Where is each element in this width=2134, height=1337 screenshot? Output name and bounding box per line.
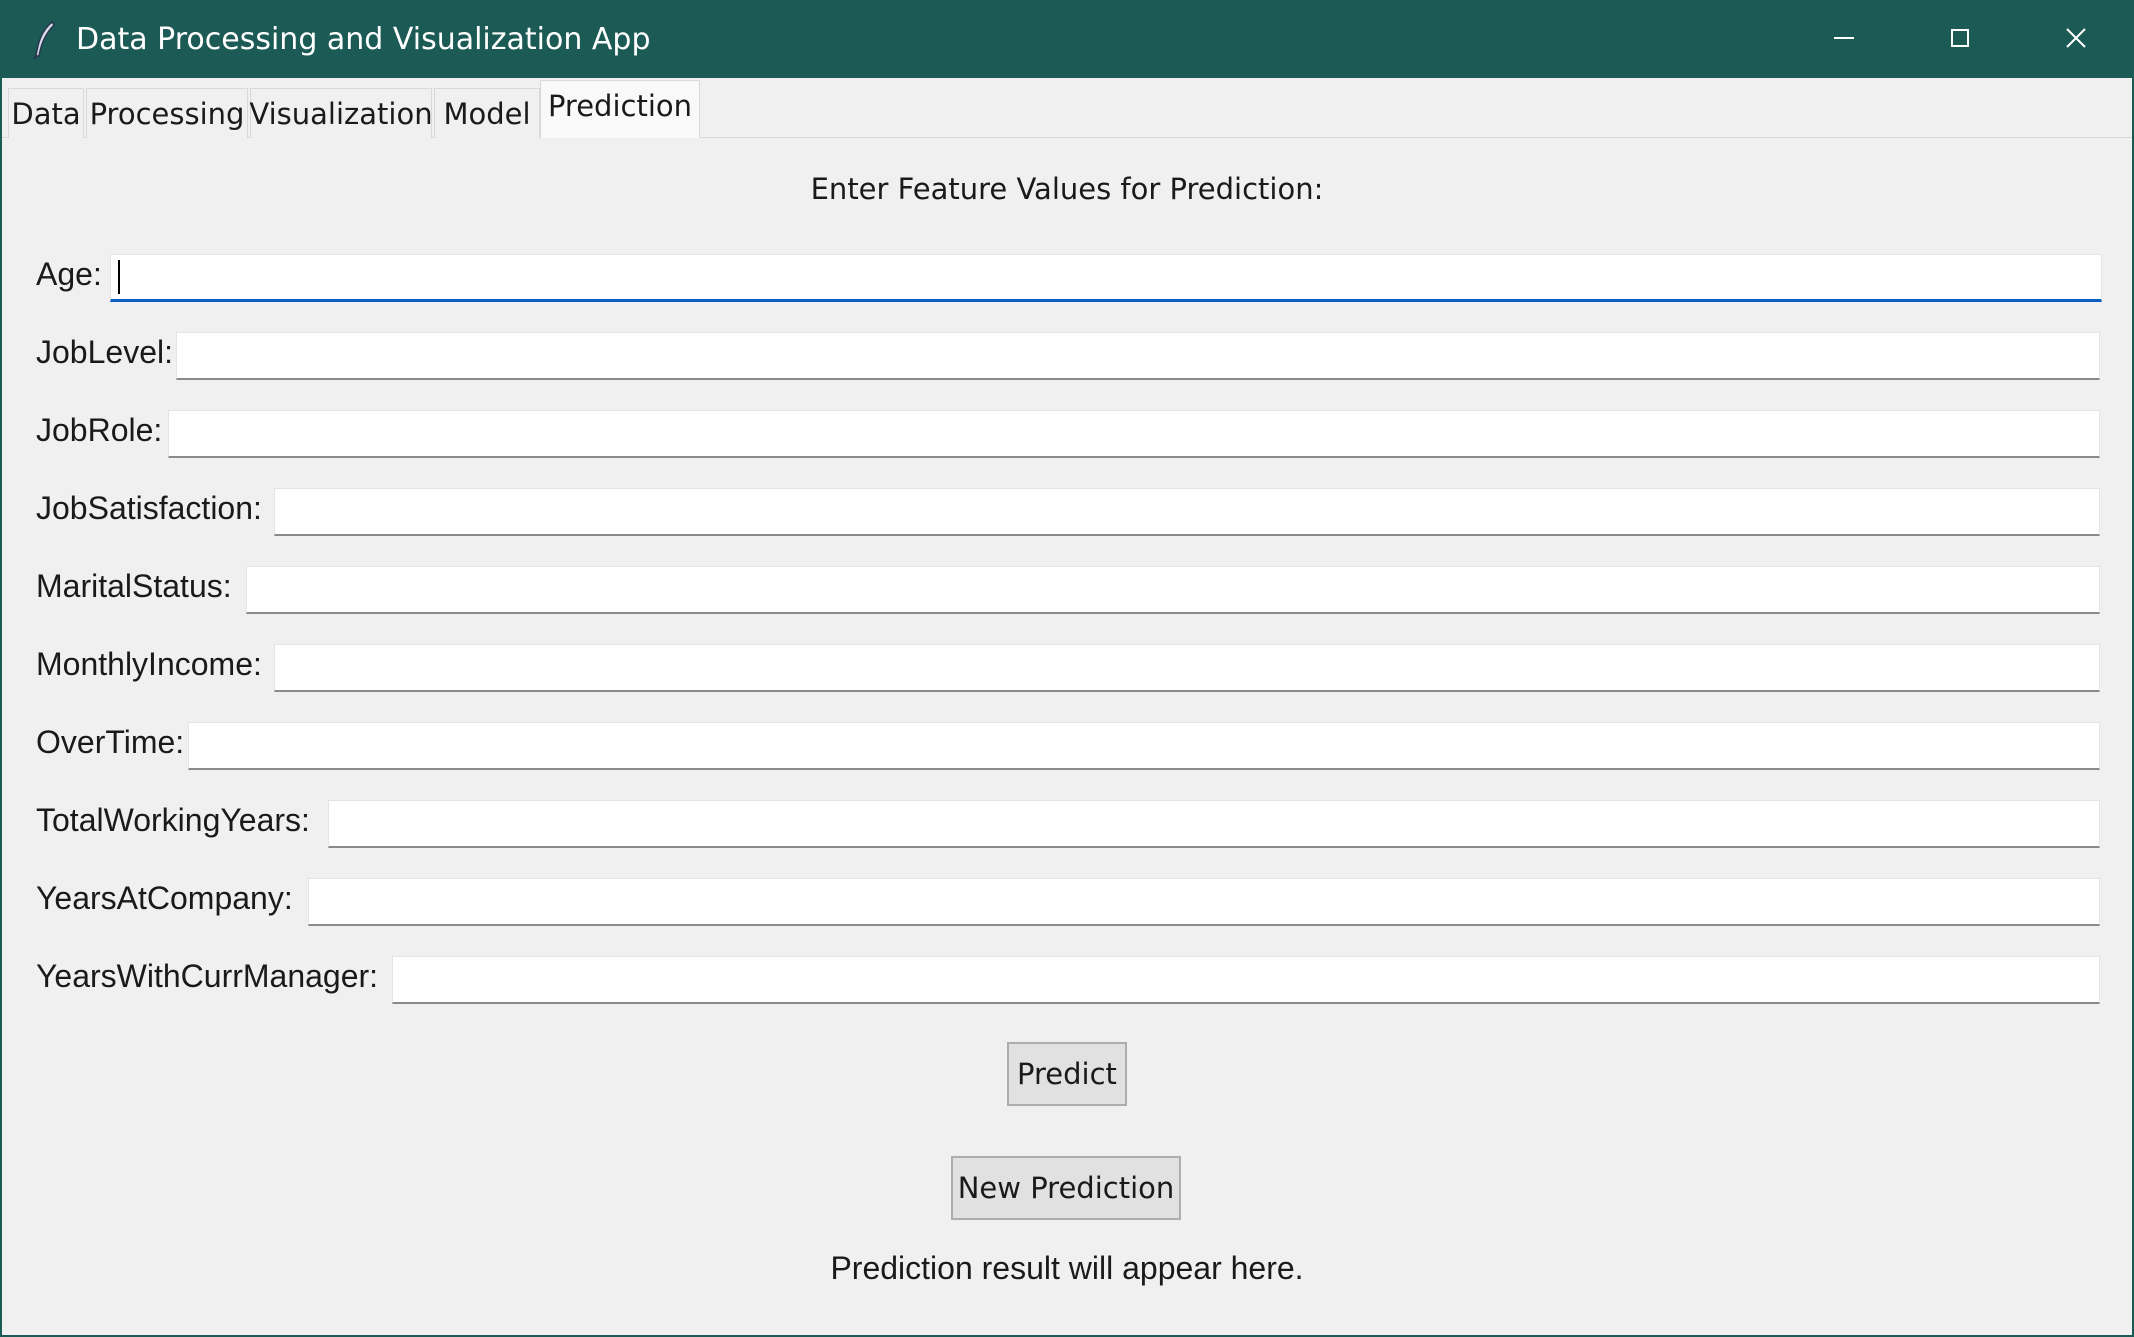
jobrole-label: JobRole:: [36, 412, 163, 448]
new-prediction-button[interactable]: New Prediction: [951, 1156, 1181, 1220]
maximize-icon: [1948, 26, 1972, 54]
maritalstatus-label: MaritalStatus:: [36, 568, 232, 604]
yearsatcompany-label: YearsAtCompany:: [36, 880, 293, 916]
feather-icon: [30, 20, 60, 60]
monthlyincome-label: MonthlyIncome:: [36, 646, 262, 682]
minimize-icon: [1832, 26, 1856, 54]
tab-data[interactable]: Data: [8, 88, 84, 138]
overtime-input[interactable]: [188, 722, 2100, 770]
text-caret: [118, 260, 120, 294]
prediction-panel: Enter Feature Values for Prediction: Age…: [2, 138, 2132, 1335]
jobsatisfaction-label: JobSatisfaction:: [36, 490, 262, 526]
yearswithcurrmanager-label: YearsWithCurrManager:: [36, 958, 379, 994]
yearsatcompany-input[interactable]: [308, 878, 2100, 926]
age-label: Age:: [36, 256, 102, 292]
title-bar[interactable]: Data Processing and Visualization App: [2, 2, 2132, 78]
yearswithcurrmanager-input[interactable]: [392, 956, 2100, 1004]
app-window: Data Processing and Visualization App Da…: [0, 0, 2134, 1337]
overtime-label: OverTime:: [36, 724, 185, 760]
age-input[interactable]: [110, 254, 2102, 302]
jobrole-input[interactable]: [168, 410, 2100, 458]
joblevel-input[interactable]: [176, 332, 2100, 380]
tab-strip: Data Processing Visualization Model Pred…: [2, 78, 2132, 140]
close-button[interactable]: [2018, 2, 2134, 78]
monthlyincome-input[interactable]: [274, 644, 2100, 692]
totalworkingyears-input[interactable]: [328, 800, 2100, 848]
window-title: Data Processing and Visualization App: [76, 22, 651, 57]
tab-processing[interactable]: Processing: [86, 88, 248, 138]
minimize-button[interactable]: [1786, 2, 1902, 78]
predict-button[interactable]: Predict: [1007, 1042, 1127, 1106]
close-icon: [2064, 26, 2088, 54]
prediction-result: Prediction result will appear here.: [830, 1250, 1304, 1286]
maritalstatus-input[interactable]: [246, 566, 2100, 614]
tab-visualization[interactable]: Visualization: [249, 88, 433, 138]
prediction-heading: Enter Feature Values for Prediction:: [810, 172, 1324, 206]
joblevel-label: JobLevel:: [36, 334, 173, 370]
tab-model[interactable]: Model: [434, 88, 540, 138]
maximize-button[interactable]: [1902, 2, 2018, 78]
totalworkingyears-label: TotalWorkingYears:: [36, 802, 310, 838]
tab-prediction[interactable]: Prediction: [540, 80, 700, 140]
jobsatisfaction-input[interactable]: [274, 488, 2100, 536]
